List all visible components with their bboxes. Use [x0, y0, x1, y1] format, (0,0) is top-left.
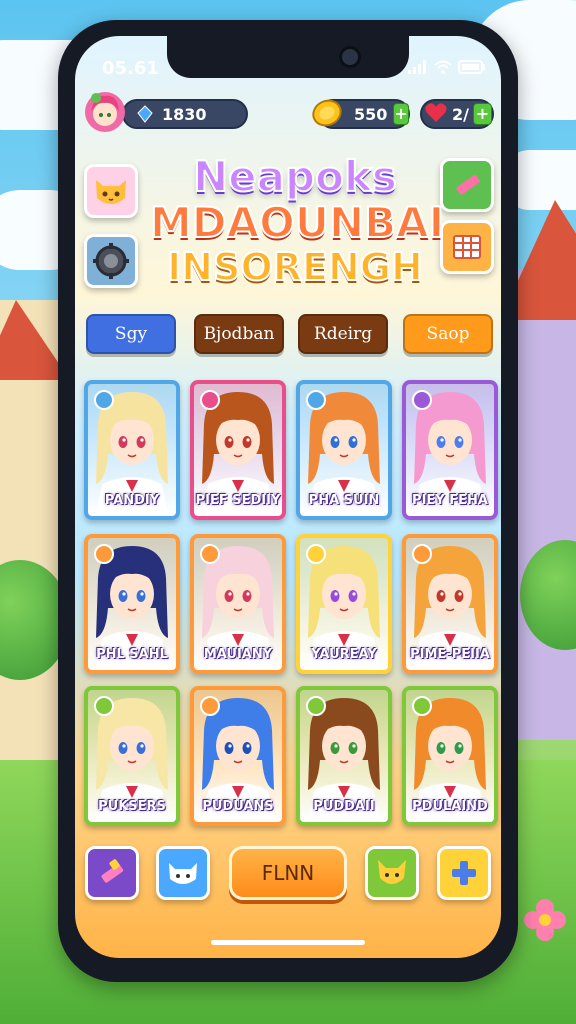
- fox-button[interactable]: [365, 846, 419, 900]
- avatar-icon: [85, 92, 125, 132]
- cat-button[interactable]: [84, 164, 138, 218]
- gem-counter[interactable]: 1830: [122, 99, 248, 129]
- home-indicator[interactable]: [211, 940, 365, 945]
- wifi-icon: [434, 60, 452, 74]
- play-button[interactable]: FLNN: [229, 846, 347, 900]
- title-line-2: MDAOUNBAI: [149, 198, 445, 247]
- character-card[interactable]: PUDUANS: [190, 686, 286, 826]
- gem-badge-icon: [200, 390, 220, 410]
- gem-badge-icon: [412, 544, 432, 564]
- coin-count: 550: [354, 104, 388, 124]
- character-card[interactable]: PIME-PEIIA: [402, 534, 498, 674]
- heart-icon: [425, 103, 447, 122]
- character-card[interactable]: MAUIANY: [190, 534, 286, 674]
- gem-badge-icon: [200, 544, 220, 564]
- gem-badge-icon: [412, 696, 432, 716]
- gem-count: 1830: [162, 104, 207, 124]
- character-name: PANDIY: [104, 493, 160, 508]
- plus-icon[interactable]: +: [472, 103, 492, 125]
- title-line-3: INSORENGH: [166, 245, 424, 289]
- character-card[interactable]: PUKSERS: [84, 686, 180, 826]
- status-time: 05.61: [102, 58, 159, 79]
- add-button[interactable]: [437, 846, 491, 900]
- edit-button[interactable]: [440, 158, 494, 212]
- character-card[interactable]: YAUREAY: [296, 534, 392, 674]
- phone-notch: [167, 36, 409, 78]
- coin-icon: [312, 99, 342, 127]
- gem-badge-icon: [306, 544, 326, 564]
- gem-badge-icon: [412, 390, 432, 410]
- paint-brush-icon: [101, 859, 124, 883]
- gear-icon: [93, 243, 129, 279]
- gem-badge-icon: [306, 390, 326, 410]
- title-line-1: Neapoks: [192, 152, 398, 201]
- gem-badge-icon: [200, 696, 220, 716]
- cat-face-icon: [169, 863, 197, 884]
- gem-badge-icon: [94, 696, 114, 716]
- tab-1[interactable]: Sgy: [86, 314, 176, 354]
- character-name: PHL SAHL: [96, 647, 168, 662]
- character-name: PUDDAII: [313, 799, 375, 814]
- gem-badge-icon: [94, 544, 114, 564]
- camera-icon: [339, 46, 361, 68]
- character-card[interactable]: PANDIY: [84, 380, 180, 520]
- gem-badge-icon: [94, 390, 114, 410]
- fox-icon: [378, 860, 406, 884]
- character-name: YAUREAY: [311, 647, 377, 662]
- gem-icon: [137, 105, 153, 123]
- signal-icon: [408, 60, 426, 74]
- right-house: [512, 270, 576, 740]
- tab-3[interactable]: Rdeirg: [298, 314, 388, 354]
- paint-button[interactable]: [85, 846, 139, 900]
- grid-icon: [453, 235, 481, 259]
- cat-icon: [96, 180, 126, 204]
- settings-button[interactable]: [84, 234, 138, 288]
- character-card[interactable]: PIEY FEHA: [402, 380, 498, 520]
- character-name: PIEY FEHA: [412, 493, 488, 508]
- character-card[interactable]: PDULAIND: [402, 686, 498, 826]
- character-card[interactable]: PHL SAHL: [84, 534, 180, 674]
- tab-4[interactable]: Saop: [403, 314, 493, 354]
- pet-button[interactable]: [156, 846, 210, 900]
- lives-count: 2/: [452, 104, 469, 124]
- bottom-bar: FLNN: [75, 828, 501, 918]
- character-name: PDULAIND: [412, 799, 488, 814]
- plus-icon[interactable]: +: [393, 103, 409, 125]
- character-card[interactable]: PUDDAII: [296, 686, 392, 826]
- pencil-icon: [456, 175, 480, 195]
- plus-icon: [452, 861, 476, 885]
- character-name: PIEF SEDIIY: [195, 493, 281, 508]
- game-title: Neapoks MDAOUNBAI INSORENGH: [149, 152, 445, 289]
- character-name: MAUIANY: [203, 647, 273, 662]
- gem-badge-icon: [306, 696, 326, 716]
- character-card[interactable]: PIEF SEDIIY: [190, 380, 286, 520]
- character-name: PUKSERS: [98, 799, 166, 814]
- flower-icon: [524, 899, 566, 941]
- menu-grid-button[interactable]: [440, 220, 494, 274]
- battery-icon: [458, 60, 485, 74]
- character-name: PHA SUIN: [308, 493, 380, 508]
- character-name: PUDUANS: [202, 799, 274, 814]
- player-avatar[interactable]: [84, 90, 126, 134]
- character-name: PIME-PEIIA: [410, 647, 490, 662]
- character-card[interactable]: PHA SUIN: [296, 380, 392, 520]
- status-icons: [408, 60, 486, 74]
- tab-2[interactable]: Bjodban: [194, 314, 284, 354]
